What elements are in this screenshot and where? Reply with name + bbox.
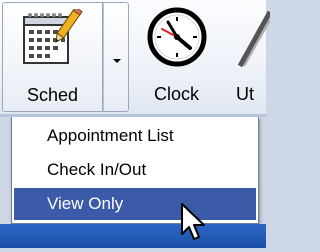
calendar-pencil-icon [21,6,83,71]
menu-item-check-in-out[interactable]: Check In/Out [14,156,256,183]
menu-item-view-only[interactable]: View Only [14,188,256,220]
chevron-down-icon [113,59,121,63]
clock-icon [146,6,208,70]
sched-button[interactable]: Sched [2,2,103,112]
utilities-button[interactable]: Ut [222,2,282,112]
mouse-pointer-icon [180,203,210,247]
sched-dropdown-button[interactable] [103,2,129,112]
taskbar-strip [0,224,266,248]
utilities-label: Ut [236,84,254,104]
sched-dropdown-menu: Appointment List Check In/Out View Only [11,117,259,224]
menu-item-appointment-list[interactable]: Appointment List [14,122,256,149]
sched-label: Sched [26,85,79,105]
clock-label: Clock [153,84,199,104]
toolbar: Sched Clock Ut [0,0,273,117]
clock-button[interactable]: Clock [131,2,222,112]
utilities-icon [230,6,273,70]
